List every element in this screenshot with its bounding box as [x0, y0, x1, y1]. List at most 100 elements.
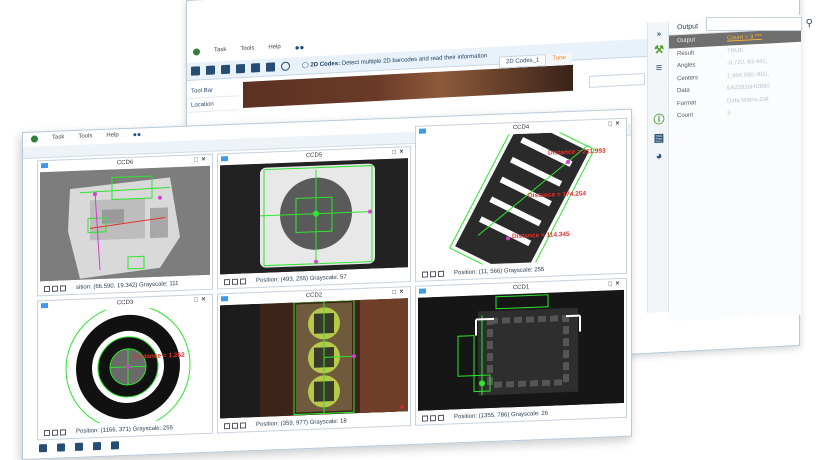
- output-panel: Output Output Count > 3 *** Result TRUE Angl…: [669, 14, 801, 322]
- camera-flag-icon: [221, 296, 228, 302]
- cell-window-controls[interactable]: □✕: [194, 296, 209, 304]
- front-menu-tools[interactable]: Tools: [78, 133, 92, 140]
- image-icon[interactable]: [191, 66, 200, 76]
- back-search-input[interactable]: [589, 72, 645, 88]
- camera-cell-ccd4[interactable]: CCD4 □✕ Distance = 211.993 Distance = 17…: [415, 117, 627, 282]
- cell-title: CCD1: [512, 284, 530, 292]
- sidebar-item-location[interactable]: Location: [187, 96, 239, 113]
- cell-window-controls[interactable]: □✕: [392, 148, 407, 156]
- zoom-tools[interactable]: [44, 428, 66, 436]
- layout-single-icon[interactable]: [93, 441, 101, 451]
- side-rail: » ⚒ ≡ ⓘ ▤ ◕: [647, 21, 669, 313]
- camera-flag-icon: [41, 303, 48, 309]
- cell-title: CCD3: [116, 299, 134, 307]
- zoom-tools[interactable]: [44, 284, 66, 292]
- warning-triangle-icon[interactable]: ▲: [398, 401, 406, 410]
- output-row-key: Angles: [677, 62, 696, 70]
- cell-position-readout: Position: (1166, 371) Grayscale: 255: [76, 424, 173, 435]
- output-row-value: Count > 3 ***: [727, 34, 762, 42]
- output-row-value: -0.720, 83.441,: [727, 58, 768, 67]
- output-row-key: Count: [677, 112, 694, 120]
- cell-position-readout: sition: (66.590, 19.342) Grayscale: 111: [76, 280, 179, 291]
- sliders-icon[interactable]: ≡: [653, 62, 665, 75]
- cell-title: CCD2: [305, 292, 323, 300]
- gauge-icon[interactable]: ◕: [653, 150, 665, 163]
- output-row-value: Data Matrix,Dat: [727, 96, 769, 105]
- output-panel-title: Output: [677, 23, 699, 32]
- zoom-tools[interactable]: [422, 414, 444, 422]
- cell-window-controls[interactable]: □✕: [608, 280, 623, 288]
- output-row-value: 1,964,990,-802,: [727, 71, 770, 80]
- cell-position-readout: Position: (11, 566) Grayscale: 255: [454, 266, 545, 276]
- back-sidebar: Tool Bar Location: [187, 82, 239, 125]
- screenshot-stage: — □ ✕ Task Tools Help ●● ◯ 2D Codes: Det…: [0, 0, 820, 460]
- camera-cell-ccd5[interactable]: CCD5 □✕ Position: (493, 255) Grayscale: …: [217, 146, 411, 290]
- export-icon[interactable]: [221, 64, 230, 75]
- camera-flag-icon: [419, 128, 426, 134]
- global-search-input[interactable]: ⚲: [706, 17, 813, 31]
- front-bottom-toolbar: [39, 441, 119, 453]
- cell-position-readout: Position: (359, 977) Grayscale: 18: [256, 418, 347, 428]
- collapse-chevron-icon[interactable]: »: [653, 28, 665, 41]
- user-group-icon[interactable]: ●●: [295, 43, 305, 53]
- layout-grid-icon[interactable]: [57, 443, 65, 452]
- ccd5-camera-image: [220, 158, 408, 275]
- camera-cell-ccd1[interactable]: CCD1 □✕ Position: (1355, 786) Grayscale:…: [415, 277, 627, 426]
- camera-flag-icon: [221, 156, 228, 162]
- camera-icon[interactable]: [206, 65, 215, 75]
- cell-window-controls[interactable]: □✕: [194, 156, 209, 164]
- bar-chart-icon[interactable]: ▤: [653, 132, 665, 145]
- front-menu-task[interactable]: Task: [52, 134, 64, 140]
- output-row-value: 3: [727, 110, 731, 117]
- settings-gear-icon[interactable]: [236, 63, 245, 74]
- camera-flag-icon: [41, 163, 48, 169]
- back-menu-tools[interactable]: Tools: [240, 45, 254, 55]
- back-menu-task[interactable]: Task: [214, 47, 226, 57]
- zoom-tools[interactable]: [224, 421, 246, 429]
- tool-hint: ◯ 2D Codes: Detect multiple 2D barcodes …: [302, 52, 487, 69]
- cell-window-controls[interactable]: □✕: [392, 288, 407, 296]
- output-row-key: Output: [677, 37, 696, 45]
- output-row-value: TRUE: [727, 47, 744, 55]
- output-property-list: Output Count > 3 *** Result TRUE Angles -0.72…: [669, 28, 801, 123]
- tab-tune[interactable]: Tune: [546, 52, 572, 67]
- info-circle-icon[interactable]: ⓘ: [653, 114, 665, 127]
- front-user-group-icon[interactable]: ●●: [133, 131, 141, 138]
- ccd2-camera-image: [220, 298, 408, 419]
- tool-hint-name: 2D Codes:: [310, 60, 341, 69]
- back-menu-bar: Task Tools Help ●●: [193, 43, 304, 58]
- camera-flag-icon: [419, 288, 426, 294]
- layout-split-icon[interactable]: [75, 442, 83, 451]
- ccd3-camera-image: Distance = 1.262: [40, 305, 210, 426]
- output-row-key: Format: [677, 100, 697, 108]
- camera-cell-ccd3[interactable]: CCD3 □✕ Distance = 1.262 Position: (1166…: [37, 293, 213, 441]
- cell-window-controls[interactable]: □✕: [608, 120, 623, 128]
- wrench-icon[interactable]: ⚒: [653, 44, 665, 57]
- front-menu-help[interactable]: Help: [106, 132, 118, 138]
- cell-position-readout: Position: (1355, 786) Grayscale: 26: [454, 410, 549, 420]
- cell-title: CCD6: [116, 159, 134, 167]
- cell-title: CCD4: [512, 124, 530, 132]
- info-icon[interactable]: [281, 61, 290, 72]
- camera-cell-ccd2[interactable]: CCD2 □✕ ▲ Position: (359, 977) Grayscale…: [217, 286, 411, 434]
- output-row-key: Data: [677, 87, 690, 95]
- save-as-icon[interactable]: [266, 62, 275, 72]
- lightbulb-icon: ◯: [302, 62, 309, 69]
- cell-title: CCD5: [305, 152, 323, 160]
- save-icon[interactable]: [251, 63, 260, 73]
- output-row-value: 6A22816HD890: [727, 83, 770, 92]
- cell-position-readout: Position: (493, 255) Grayscale: 57: [256, 274, 347, 284]
- output-row-key: Result: [677, 50, 695, 58]
- tab-2d-codes[interactable]: 2D Codes_1: [499, 54, 547, 69]
- ccd4-camera-image: Distance = 211.993 Distance = 174.254 Di…: [418, 129, 624, 267]
- zoom-tools[interactable]: [422, 270, 444, 278]
- tool-hint-text: Detect multiple 2D barcodes and read the…: [341, 53, 488, 67]
- search-icon[interactable]: ⚲: [806, 18, 813, 29]
- zoom-tools[interactable]: [224, 277, 246, 285]
- layout-save-icon[interactable]: [39, 444, 47, 453]
- layout-print-icon[interactable]: [111, 441, 119, 450]
- ccd6-camera-image: [40, 165, 210, 282]
- output-row-key: Centers: [677, 74, 699, 83]
- back-menu-help[interactable]: Help: [268, 44, 280, 54]
- camera-cell-ccd6[interactable]: CCD6 □✕ sition: (66.590, 19.342) Graysca…: [37, 153, 213, 297]
